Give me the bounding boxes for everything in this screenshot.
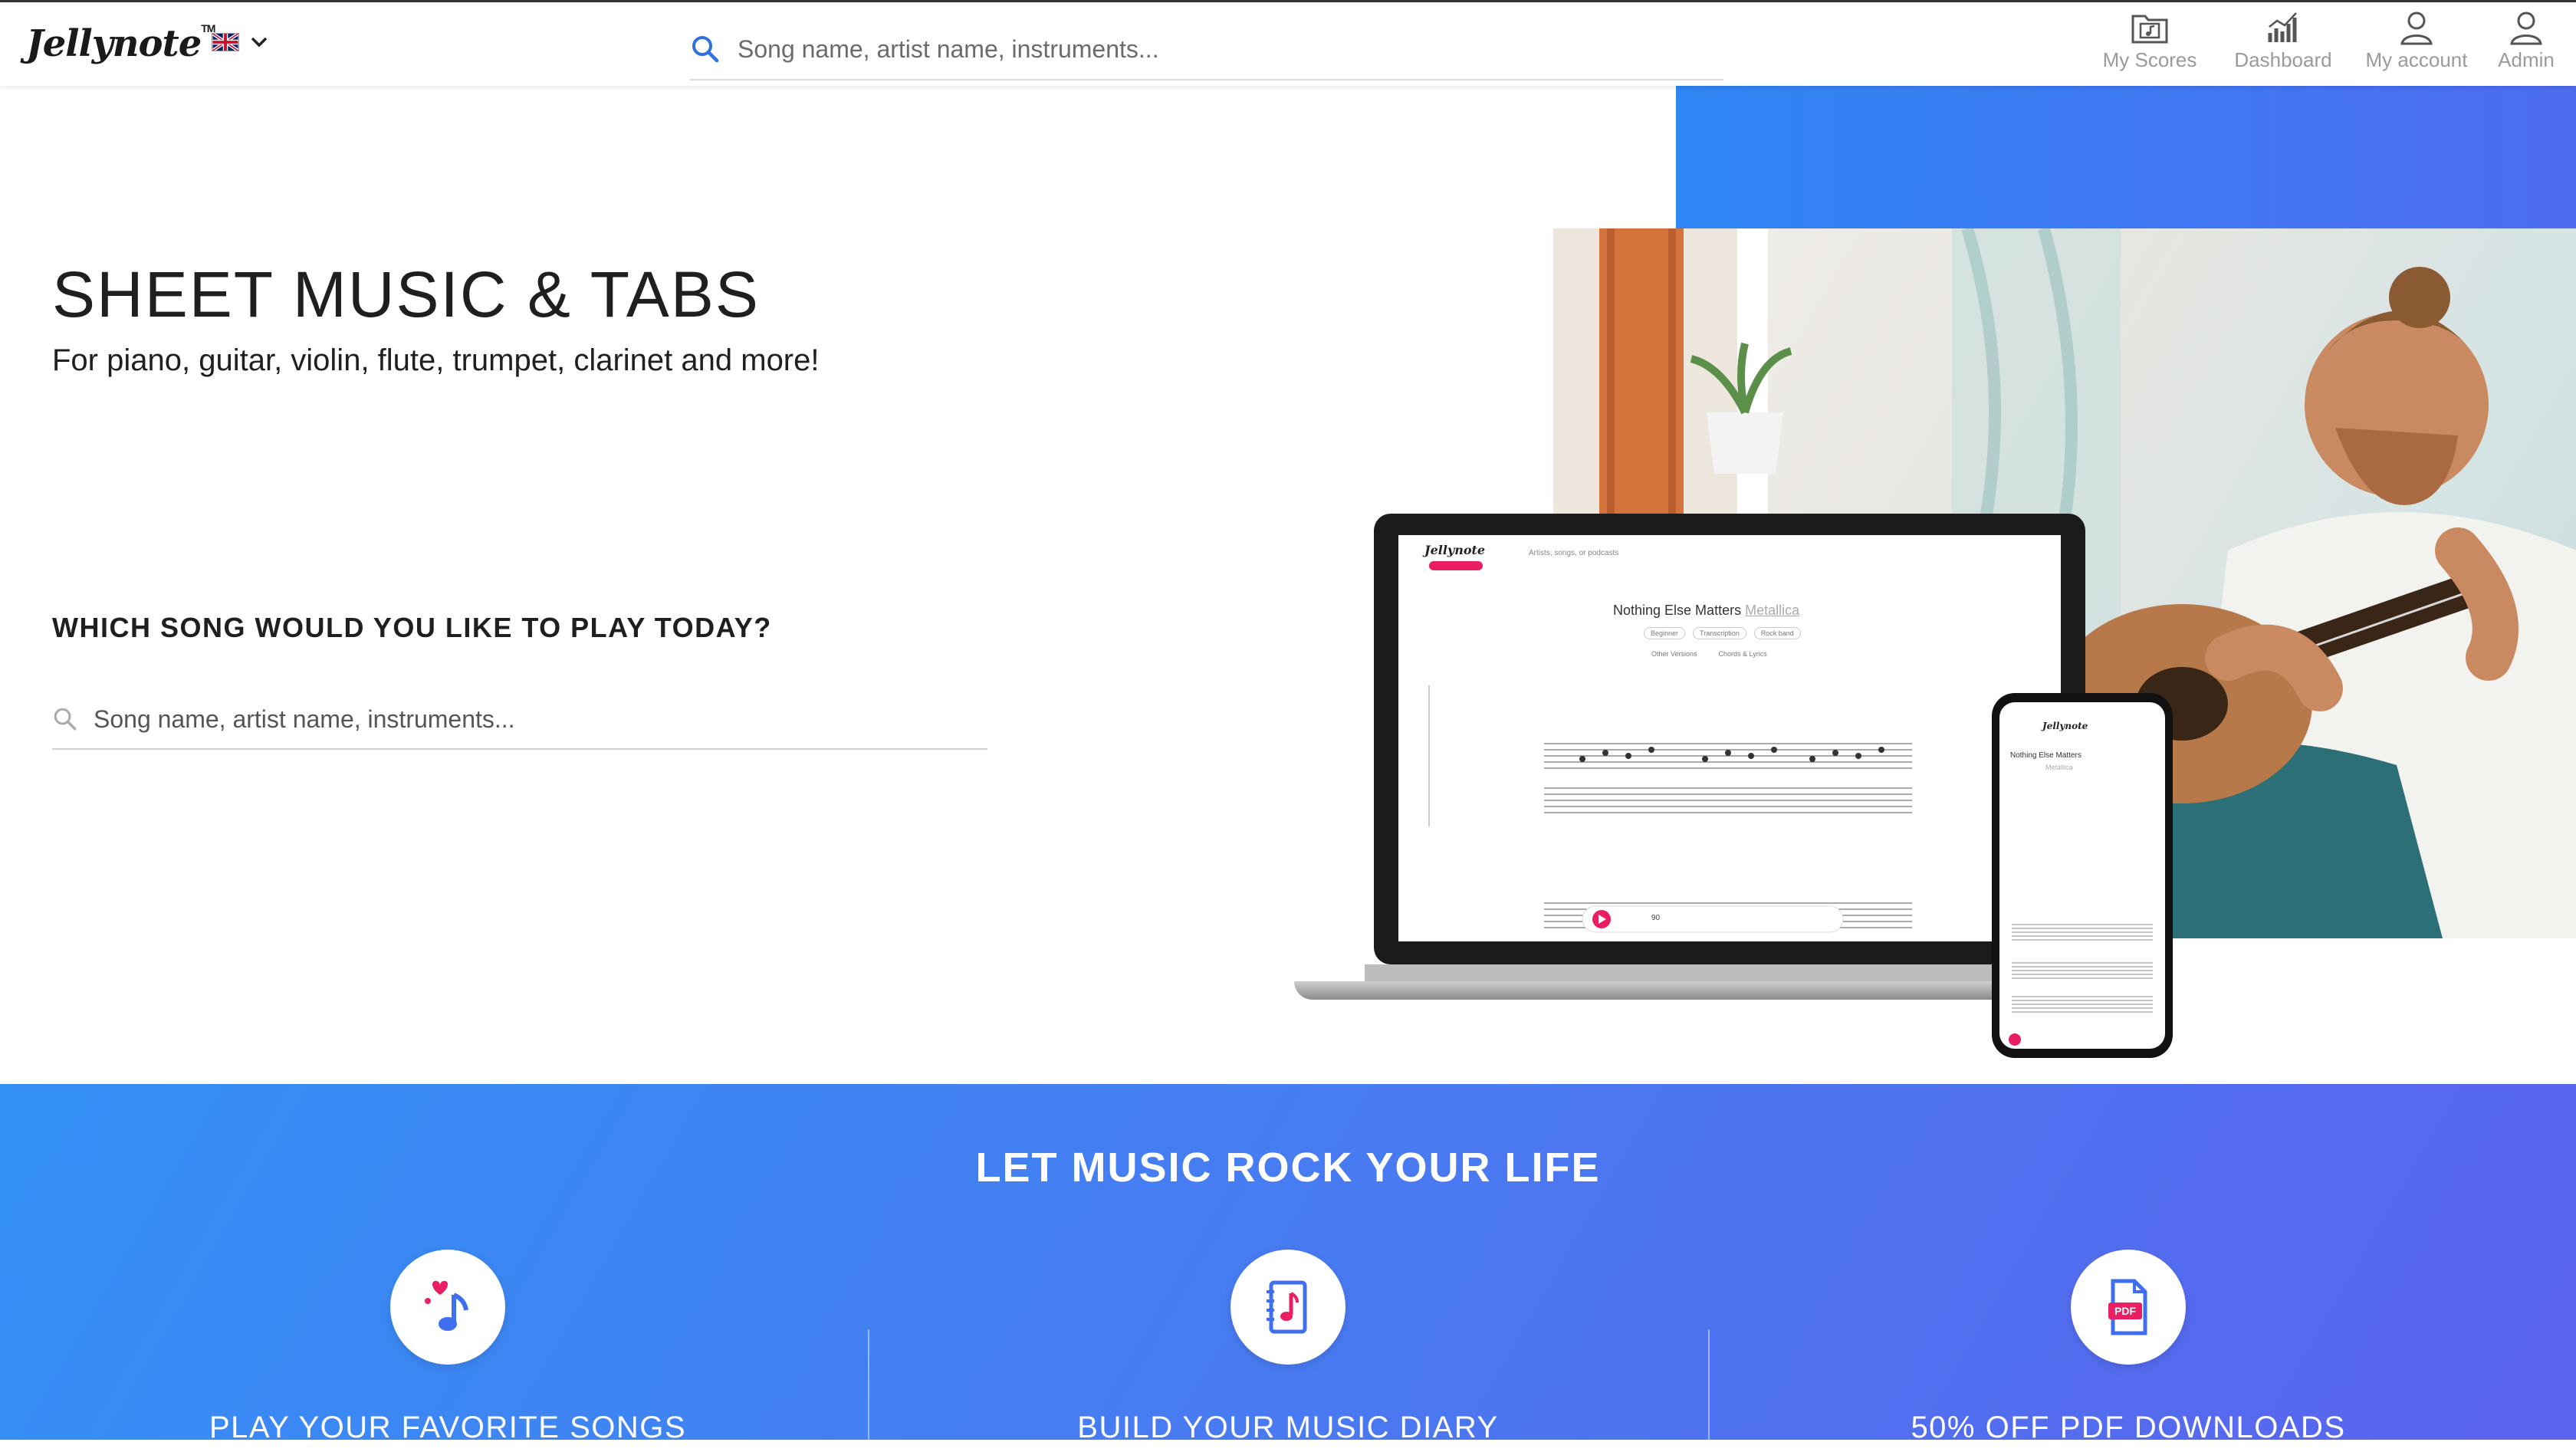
pdf-file-icon: PDF xyxy=(2108,1279,2147,1335)
music-note-heart-icon xyxy=(425,1280,468,1331)
user-icon xyxy=(2400,11,2433,45)
nav-label: My Scores xyxy=(2102,48,2197,71)
header-search-bar[interactable] xyxy=(690,19,1723,80)
feature-band: LET MUSIC ROCK YOUR LIFE PLAY YOUR FAVOR… xyxy=(0,1084,2576,1452)
folder-music-icon xyxy=(2131,15,2168,44)
music-diary-icon xyxy=(1267,1280,1307,1334)
feature-favorite-songs: PLAY YOUR FAVORITE SONGS xyxy=(28,1250,868,1445)
nav-my-account[interactable]: My account xyxy=(2358,10,2475,72)
nav-label: Dashboard xyxy=(2234,48,2332,71)
nav-label: Admin xyxy=(2498,48,2555,71)
logo-text: Jellynote xyxy=(26,22,202,65)
hero-title: SHEET MUSIC & TABS xyxy=(52,258,760,330)
decorative-blue-block xyxy=(1676,86,2576,228)
phone-screen: Jellynote Nothing Else Matters Metallica xyxy=(1999,702,2165,1049)
nav-dashboard[interactable]: Dashboard xyxy=(2225,10,2341,72)
user-icon xyxy=(2510,11,2542,45)
main-nav: My Scores Dashboard My account Admin xyxy=(2091,10,2561,72)
search-icon xyxy=(692,36,719,63)
phone-sheet-music xyxy=(2009,924,2153,1046)
bar-chart-icon xyxy=(2268,12,2297,42)
feature-pdf-downloads: PDF 50% OFF PDF DOWNLOADS xyxy=(1708,1250,2548,1445)
phone-mockup: Jellynote Nothing Else Matters Metallica xyxy=(1992,693,2173,1058)
hero-search-bar[interactable] xyxy=(52,690,987,750)
feature-title: 50% OFF PDF DOWNLOADS xyxy=(1911,1411,2346,1444)
mockup-tempo: 90 xyxy=(1651,914,1661,922)
laptop-screen: Jellynote Artists, songs, or podcasts No… xyxy=(1398,535,2061,941)
jellynote-logo[interactable]: JellynoteTM xyxy=(26,22,215,65)
search-question: WHICH SONG WOULD YOU LIKE TO PLAY TODAY? xyxy=(52,612,772,643)
feature-icon-circle xyxy=(1230,1250,1346,1365)
nav-my-scores[interactable]: My Scores xyxy=(2091,10,2208,72)
feature-title: BUILD YOUR MUSIC DIARY xyxy=(1077,1411,1499,1444)
top-header: JellynoteTM My Scores Dashboard My accou… xyxy=(0,0,2576,86)
feature-icon-circle xyxy=(390,1250,505,1365)
sheet-music-staff xyxy=(1428,685,1912,933)
language-selector[interactable] xyxy=(212,33,268,51)
uk-flag-icon xyxy=(212,33,239,51)
laptop-hinge xyxy=(1365,964,2098,983)
feature-icon-circle: PDF xyxy=(2071,1250,2186,1365)
search-icon xyxy=(54,708,77,731)
chevron-down-icon xyxy=(251,37,268,48)
header-search-input[interactable] xyxy=(738,34,1658,64)
band-title: LET MUSIC ROCK YOUR LIFE xyxy=(975,1145,1601,1191)
laptop-mockup: Jellynote Artists, songs, or podcasts No… xyxy=(1374,514,2085,964)
hero-search-input[interactable] xyxy=(94,705,937,734)
feature-title: PLAY YOUR FAVORITE SONGS xyxy=(209,1411,687,1444)
hero-subtitle: For piano, guitar, violin, flute, trumpe… xyxy=(52,343,820,377)
nav-label: My account xyxy=(2365,48,2468,71)
feature-music-diary: BUILD YOUR MUSIC DIARY xyxy=(868,1250,1708,1445)
nav-admin[interactable]: Admin xyxy=(2492,10,2561,72)
pdf-icon-label: PDF xyxy=(2114,1305,2136,1317)
